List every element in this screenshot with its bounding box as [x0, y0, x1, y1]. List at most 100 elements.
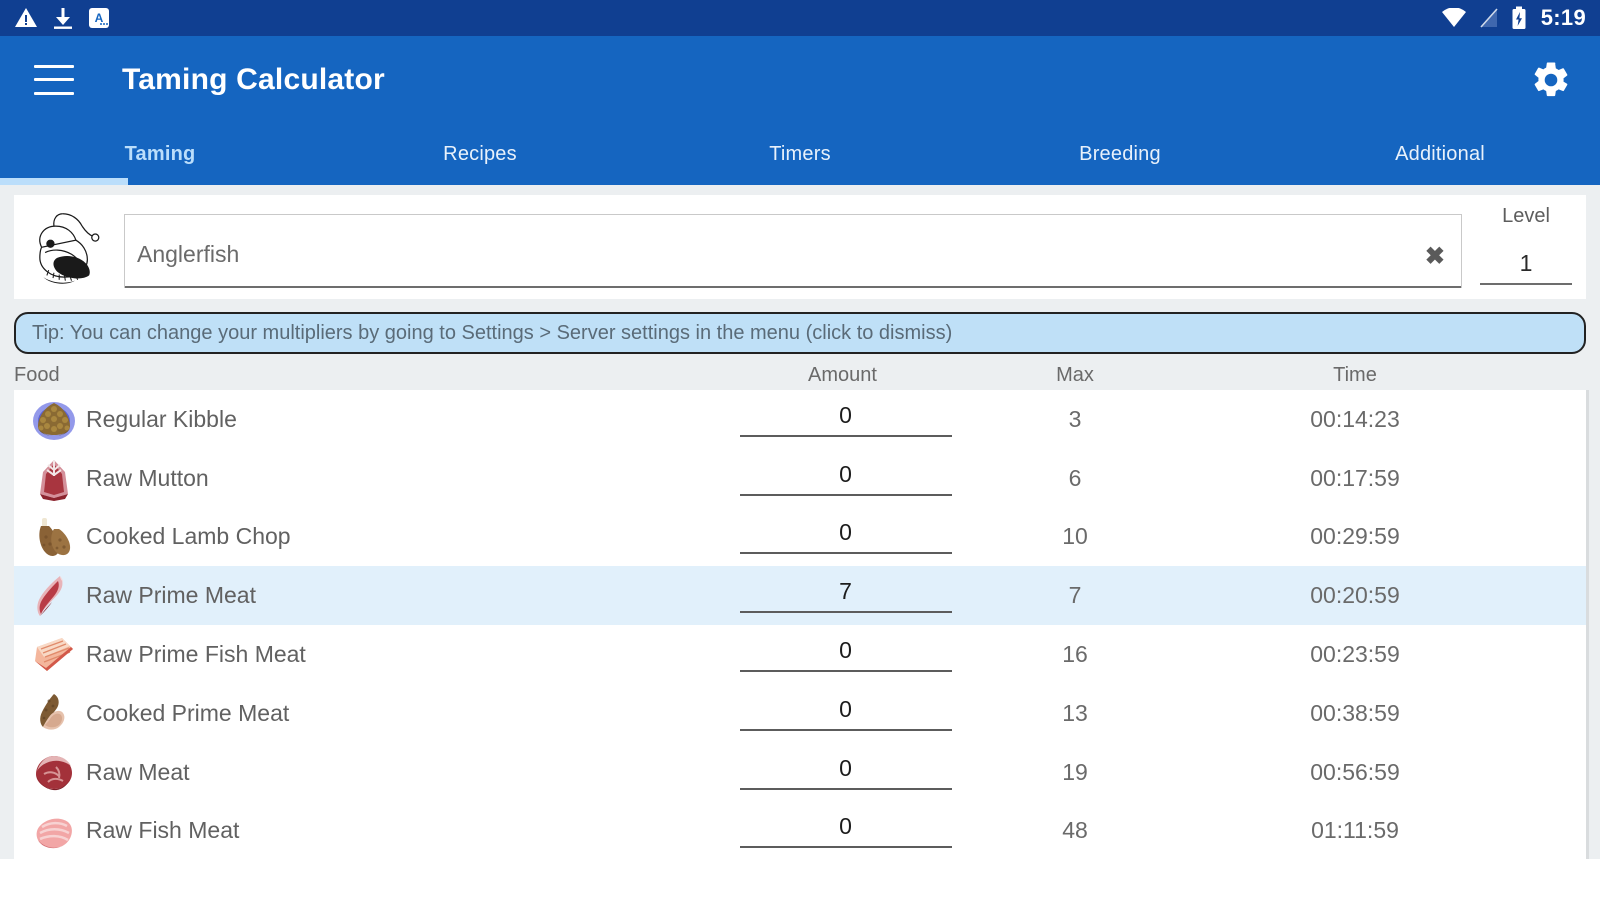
- tab-label: Breeding: [1079, 143, 1161, 166]
- level-label: Level: [1480, 203, 1572, 228]
- amount-cell: 7: [730, 578, 955, 613]
- max-value: 3: [955, 406, 1195, 433]
- tab-label: Timers: [769, 143, 831, 166]
- max-value: 13: [955, 700, 1195, 727]
- text-input-icon: A: [88, 7, 110, 29]
- amount-input[interactable]: 7: [740, 578, 952, 613]
- raw-prime-fish-meat-icon: [30, 631, 78, 679]
- table-row[interactable]: Cooked Lamb Chop01000:29:59: [14, 508, 1586, 567]
- tip-banner[interactable]: Tip: You can change your multipliers by …: [14, 312, 1586, 354]
- time-value: 00:20:59: [1195, 582, 1515, 609]
- anglerfish-icon: [24, 205, 112, 293]
- amount-cell: 0: [730, 402, 955, 437]
- status-bar: A 5:19: [0, 0, 1600, 36]
- hamburger-menu-icon[interactable]: [34, 65, 74, 95]
- cooked-lamb-chop-icon: [30, 513, 78, 561]
- amount-input[interactable]: 0: [740, 813, 952, 848]
- max-value: 6: [955, 465, 1195, 492]
- table-row[interactable]: Raw Meat01900:56:59: [14, 743, 1586, 802]
- raw-prime-meat-icon: [30, 572, 78, 620]
- table-row[interactable]: Regular Kibble 0300:14:23: [14, 390, 1586, 449]
- no-sim-icon: [1479, 7, 1499, 29]
- food-cell: Regular Kibble: [14, 395, 730, 443]
- amount-cell: 0: [730, 637, 955, 672]
- status-bar-right-icons: 5:19: [1441, 6, 1586, 30]
- tab-label: Additional: [1395, 143, 1485, 166]
- tip-text: Tip: You can change your multipliers by …: [32, 322, 952, 345]
- amount-input[interactable]: 0: [740, 402, 952, 437]
- raw-prime-meat-icon: [30, 572, 78, 620]
- tip-wrapper: Tip: You can change your multipliers by …: [0, 312, 1600, 362]
- max-value: 7: [955, 582, 1195, 609]
- clear-search-icon[interactable]: ✖: [1425, 245, 1445, 269]
- cooked-prime-meat-icon: [30, 689, 78, 737]
- amount-input[interactable]: 0: [740, 755, 952, 790]
- vertical-scrollbar[interactable]: [1586, 390, 1589, 859]
- raw-mutton-icon: [30, 454, 78, 502]
- food-cell: Raw Prime Fish Meat: [14, 631, 730, 679]
- column-header-food: Food: [0, 364, 730, 387]
- time-value: 01:11:59: [1195, 817, 1515, 844]
- app-bar: Taming Calculator: [0, 36, 1600, 123]
- wifi-icon: [1441, 8, 1467, 28]
- raw-fish-meat-icon: [30, 807, 78, 855]
- food-cell: Cooked Lamb Chop: [14, 513, 730, 561]
- level-group: Level 1: [1480, 203, 1572, 285]
- tab-label: Taming: [125, 143, 196, 166]
- list-right-gutter: [1586, 390, 1600, 859]
- max-value: 19: [955, 759, 1195, 786]
- amount-input[interactable]: 0: [740, 519, 952, 554]
- amount-input[interactable]: 0: [740, 637, 952, 672]
- amount-cell: 0: [730, 461, 955, 496]
- cooked-prime-meat-icon: [30, 689, 78, 737]
- cooked-lamb-chop-icon: [30, 513, 78, 561]
- download-icon: [52, 6, 74, 30]
- raw-fish-meat-icon: [30, 807, 78, 855]
- table-row[interactable]: Raw Fish Meat 04801:11:59: [14, 802, 1586, 859]
- tab-recipes[interactable]: Recipes: [320, 123, 640, 185]
- tab-timers[interactable]: Timers: [640, 123, 960, 185]
- raw-meat-icon: [30, 748, 78, 796]
- column-header-time: Time: [1195, 364, 1515, 387]
- food-list: Regular Kibble0300:14:23 Raw Mutton0600:…: [14, 390, 1586, 859]
- column-header-amount: Amount: [730, 364, 955, 387]
- food-cell: Raw Prime Meat: [14, 572, 730, 620]
- tab-breeding[interactable]: Breeding: [960, 123, 1280, 185]
- food-name-label: Raw Mutton: [86, 465, 209, 492]
- food-name-label: Raw Fish Meat: [86, 817, 239, 844]
- list-left-gutter: [0, 390, 14, 859]
- creature-search-field[interactable]: Anglerfish ✖: [124, 214, 1462, 288]
- food-name-label: Raw Prime Meat: [86, 582, 256, 609]
- raw-mutton-icon: [30, 454, 78, 502]
- raw-meat-icon: [30, 748, 78, 796]
- table-row[interactable]: Raw Prime Meat7700:20:59: [14, 566, 1586, 625]
- amount-input[interactable]: 0: [740, 461, 952, 496]
- amount-cell: 0: [730, 519, 955, 554]
- svg-text:A: A: [95, 11, 104, 25]
- gear-icon[interactable]: [1530, 59, 1572, 101]
- food-list-wrapper: Regular Kibble0300:14:23 Raw Mutton0600:…: [0, 390, 1600, 859]
- creature-search-input[interactable]: Anglerfish: [137, 241, 239, 268]
- table-row[interactable]: Cooked Prime Meat01300:38:59: [14, 684, 1586, 743]
- time-value: 00:23:59: [1195, 641, 1515, 668]
- search-underline: [125, 286, 1461, 288]
- tab-label: Recipes: [443, 143, 517, 166]
- level-input[interactable]: 1: [1480, 250, 1572, 285]
- regular-kibble-icon: [30, 395, 78, 443]
- regular-kibble-icon: [30, 395, 78, 443]
- tab-taming[interactable]: Taming: [0, 123, 320, 185]
- amount-input[interactable]: 0: [740, 696, 952, 731]
- time-value: 00:14:23: [1195, 406, 1515, 433]
- food-table-header: Food Amount Max Time: [0, 362, 1600, 390]
- table-row[interactable]: Raw Mutton0600:17:59: [14, 449, 1586, 508]
- table-row[interactable]: Raw Prime Fish Meat01600:23:59: [14, 625, 1586, 684]
- max-value: 48: [955, 817, 1195, 844]
- raw-prime-fish-meat-icon: [30, 631, 78, 679]
- food-name-label: Cooked Lamb Chop: [86, 523, 291, 550]
- warning-triangle-icon: [14, 6, 38, 30]
- battery-charging-icon: [1511, 6, 1527, 30]
- food-cell: Raw Mutton: [14, 454, 730, 502]
- time-value: 00:29:59: [1195, 523, 1515, 550]
- tab-additional[interactable]: Additional: [1280, 123, 1600, 185]
- amount-cell: 0: [730, 813, 955, 848]
